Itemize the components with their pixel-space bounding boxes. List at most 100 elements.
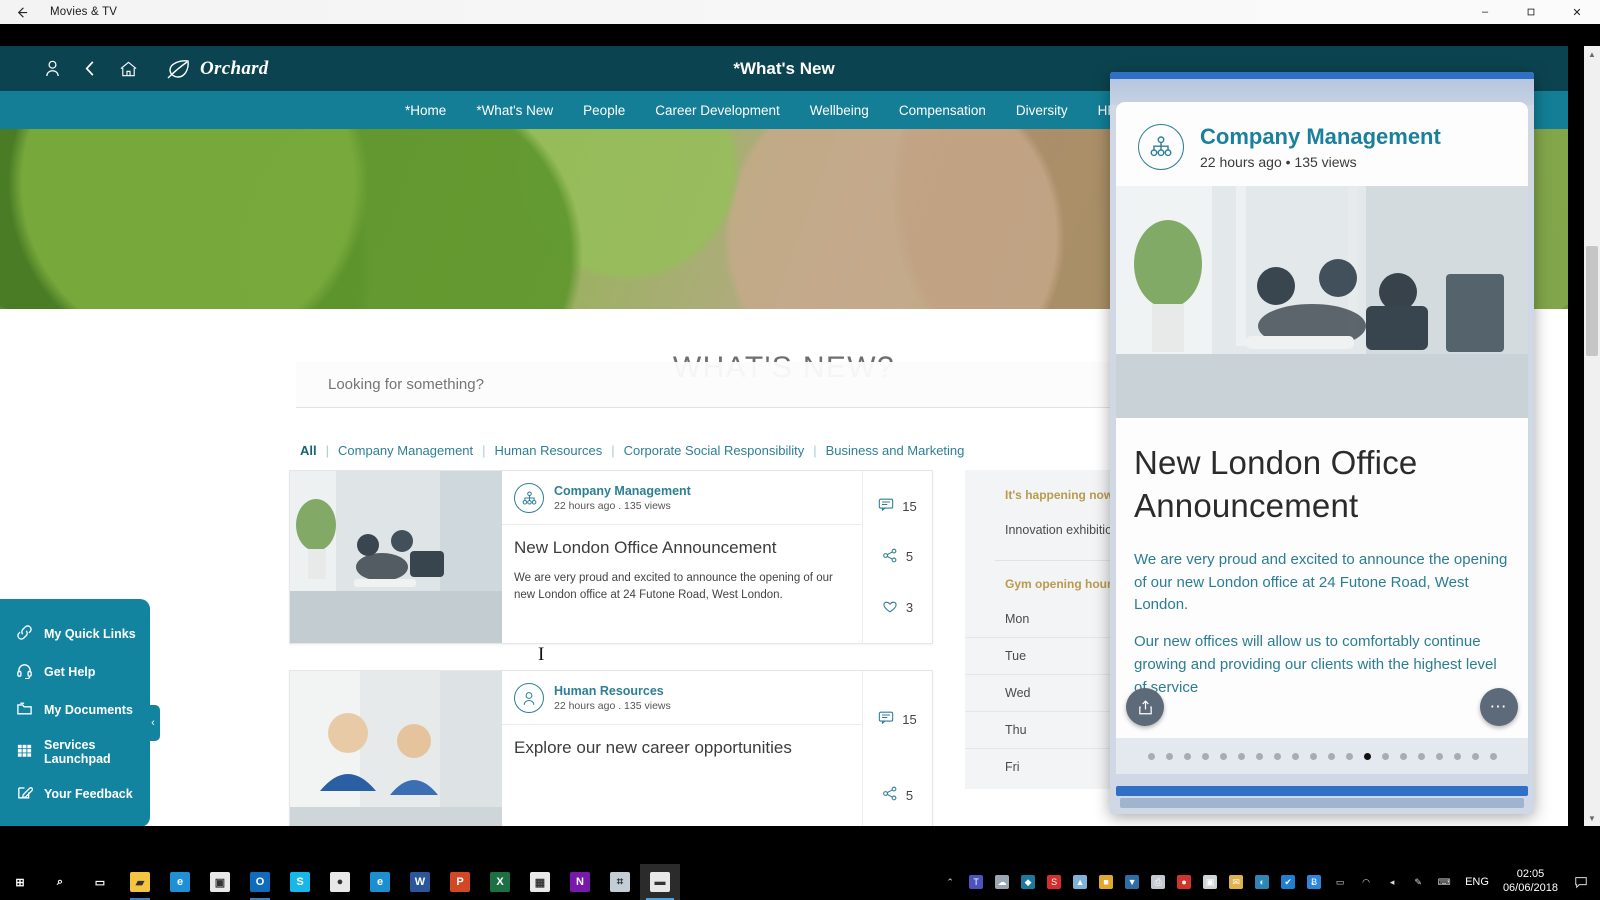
scroll-down-arrow[interactable]: ▼ bbox=[1584, 810, 1600, 826]
nav-item-diversity[interactable]: Diversity bbox=[1016, 103, 1068, 118]
nav-item-home[interactable]: *Home bbox=[405, 103, 446, 118]
tray-browser[interactable]: ◐ bbox=[1249, 864, 1275, 900]
pagination-dot[interactable] bbox=[1346, 752, 1353, 760]
taskbar-start-button[interactable]: ⊞ bbox=[0, 864, 40, 900]
home-icon[interactable] bbox=[119, 60, 138, 78]
tray-battery[interactable]: ▭ bbox=[1327, 864, 1353, 900]
taskbar-internet-explorer[interactable]: e bbox=[360, 864, 400, 900]
tray-snagit[interactable]: S bbox=[1041, 864, 1067, 900]
pagination-dot[interactable] bbox=[1238, 752, 1245, 760]
taskbar-movies-and-tv[interactable]: ▬ bbox=[640, 864, 680, 900]
taskbar-microsoft-store[interactable]: ▣ bbox=[200, 864, 240, 900]
scrollbar-thumb[interactable] bbox=[1586, 246, 1598, 356]
tray-backup[interactable]: ▲ bbox=[1067, 864, 1093, 900]
pagination-dot[interactable] bbox=[1490, 752, 1497, 760]
pagination-dot[interactable] bbox=[1148, 752, 1155, 760]
pagination-dot[interactable] bbox=[1400, 752, 1407, 760]
share-count[interactable]: 5 bbox=[882, 548, 913, 566]
share-button[interactable] bbox=[1126, 688, 1164, 726]
maximize-button[interactable] bbox=[1508, 0, 1554, 24]
back-chevron-icon[interactable] bbox=[83, 60, 97, 77]
nav-item-compensation[interactable]: Compensation bbox=[899, 103, 986, 118]
pagination-dot[interactable] bbox=[1418, 752, 1425, 760]
more-options-button[interactable]: ⋯ bbox=[1480, 688, 1518, 726]
pagination-dot[interactable] bbox=[1436, 752, 1443, 760]
nav-item-people[interactable]: People bbox=[583, 103, 625, 118]
taskbar-task-view-icon[interactable]: ▭ bbox=[80, 864, 120, 900]
taskbar-edge-browser[interactable]: e bbox=[160, 864, 200, 900]
overlay-pagination-dots[interactable] bbox=[1116, 738, 1528, 774]
pagination-dot[interactable] bbox=[1472, 752, 1479, 760]
taskbar-remote-desktop[interactable]: ⌗ bbox=[600, 864, 640, 900]
tray-pen[interactable]: ✎ bbox=[1405, 864, 1431, 900]
nav-item-wellbeing[interactable]: Wellbeing bbox=[810, 103, 869, 118]
tray-bluetooth[interactable]: Ƀ bbox=[1301, 864, 1327, 900]
tray-printer[interactable]: ⎙ bbox=[1145, 864, 1171, 900]
brand-logo[interactable]: Orchard bbox=[164, 58, 269, 80]
tray-dropbox[interactable]: ◆ bbox=[1015, 864, 1041, 900]
taskbar-word[interactable]: W bbox=[400, 864, 440, 900]
tray-onedrive[interactable]: ☁ bbox=[989, 864, 1015, 900]
pagination-dot[interactable] bbox=[1274, 752, 1281, 760]
pagination-dot[interactable] bbox=[1328, 752, 1335, 760]
pagination-dot[interactable] bbox=[1166, 752, 1173, 760]
notification-icon[interactable] bbox=[1568, 864, 1594, 900]
overlay-source[interactable]: Company Management bbox=[1200, 124, 1441, 150]
pagination-dot[interactable] bbox=[1256, 752, 1263, 760]
back-arrow-icon[interactable] bbox=[0, 0, 42, 24]
news-card-title[interactable]: New London Office Announcement bbox=[502, 525, 862, 558]
comment-count[interactable]: 15 bbox=[878, 710, 917, 728]
taskbar-calculator[interactable]: ▦ bbox=[520, 864, 560, 900]
news-card[interactable]: Human Resources 22 hours ago . 135 views… bbox=[289, 670, 933, 826]
share-count[interactable]: 5 bbox=[882, 786, 913, 804]
filter-business-and-marketing[interactable]: Business and Marketing bbox=[817, 443, 974, 458]
flyout-item-services-launchpad[interactable]: Services Launchpad bbox=[0, 729, 150, 775]
news-card-source[interactable]: Company Management bbox=[554, 483, 691, 499]
taskbar-search-icon[interactable]: ⌕ bbox=[40, 864, 80, 900]
tray-shield[interactable]: ▼ bbox=[1119, 864, 1145, 900]
pagination-dot-active[interactable] bbox=[1364, 752, 1371, 760]
minimize-button[interactable]: – bbox=[1462, 0, 1508, 24]
news-card-title[interactable]: Explore our new career opportunities bbox=[502, 725, 862, 758]
news-card[interactable]: Company Management 22 hours ago . 135 vi… bbox=[289, 470, 933, 644]
nav-item-whats-new[interactable]: *What's New bbox=[476, 103, 553, 118]
tray-teams[interactable]: T bbox=[963, 864, 989, 900]
pagination-dot[interactable] bbox=[1454, 752, 1461, 760]
page-scrollbar[interactable]: ▲ ▼ bbox=[1584, 46, 1600, 826]
tray-chevron-up[interactable]: ⌃ bbox=[937, 864, 963, 900]
tray-device[interactable]: ▣ bbox=[1197, 864, 1223, 900]
taskbar-excel[interactable]: X bbox=[480, 864, 520, 900]
pagination-dot[interactable] bbox=[1382, 752, 1389, 760]
tray-volume[interactable]: ◂ bbox=[1379, 864, 1405, 900]
comment-count[interactable]: 15 bbox=[878, 497, 917, 515]
tray-mail[interactable]: ✉ bbox=[1223, 864, 1249, 900]
search-input[interactable] bbox=[328, 376, 1230, 393]
flyout-collapse-button[interactable]: ‹ bbox=[146, 705, 160, 741]
user-profile-icon[interactable] bbox=[44, 59, 61, 78]
taskbar-onenote[interactable]: N bbox=[560, 864, 600, 900]
tray-keyboard[interactable]: ⌨ bbox=[1431, 864, 1457, 900]
article-overlay-window[interactable]: Company Management 22 hours ago • 135 vi… bbox=[1110, 72, 1534, 814]
news-card-source[interactable]: Human Resources bbox=[554, 683, 671, 699]
tray-sync[interactable]: ✔ bbox=[1275, 864, 1301, 900]
filter-all[interactable]: All bbox=[300, 443, 326, 458]
taskbar-outlook[interactable]: O bbox=[240, 864, 280, 900]
taskbar-skype[interactable]: S bbox=[280, 864, 320, 900]
close-button[interactable]: ✕ bbox=[1554, 0, 1600, 24]
taskbar-file-explorer[interactable]: ▰ bbox=[120, 864, 160, 900]
pagination-dot[interactable] bbox=[1220, 752, 1227, 760]
language-indicator[interactable]: ENG bbox=[1457, 876, 1497, 888]
filter-corporate-social-responsibility[interactable]: Corporate Social Responsibility bbox=[615, 443, 814, 458]
tray-wifi[interactable]: ◠ bbox=[1353, 864, 1379, 900]
flyout-item-my-documents[interactable]: My Documents bbox=[0, 691, 150, 729]
filter-human-resources[interactable]: Human Resources bbox=[486, 443, 612, 458]
taskbar-chrome[interactable]: ● bbox=[320, 864, 360, 900]
nav-item-career-development[interactable]: Career Development bbox=[655, 103, 780, 118]
flyout-item-your-feedback[interactable]: Your Feedback bbox=[0, 775, 150, 813]
clock[interactable]: 02:05 06/06/2018 bbox=[1497, 868, 1568, 896]
tray-notes[interactable]: ■ bbox=[1093, 864, 1119, 900]
pagination-dot[interactable] bbox=[1202, 752, 1209, 760]
flyout-item-get-help[interactable]: Get Help bbox=[0, 653, 150, 691]
filter-company-management[interactable]: Company Management bbox=[329, 443, 482, 458]
tray-antivirus[interactable]: ● bbox=[1171, 864, 1197, 900]
